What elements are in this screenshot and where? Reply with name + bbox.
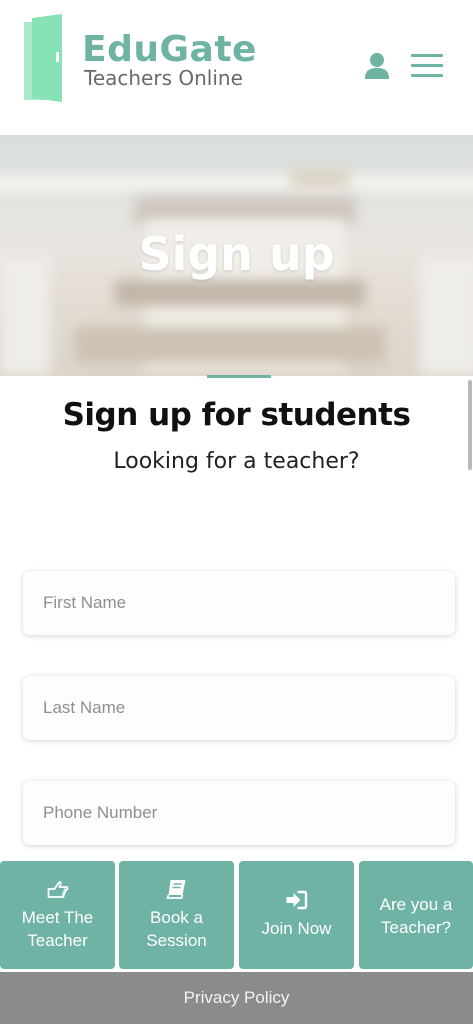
- are-you-a-teacher-label: Are you a Teacher?: [379, 895, 453, 937]
- phone-number-input[interactable]: [23, 781, 455, 845]
- hero-banner: Sign up: [0, 135, 473, 376]
- book-a-session-label: Book a Session: [146, 908, 207, 950]
- meet-the-teacher-button[interactable]: Meet The Teacher: [0, 861, 115, 969]
- door-icon: [24, 14, 62, 102]
- meet-the-teacher-label: Meet The Teacher: [21, 908, 94, 950]
- last-name-input[interactable]: [23, 676, 455, 740]
- first-name-input[interactable]: [23, 571, 455, 635]
- bottom-nav: Meet The Teacher Book a Session Join Now…: [0, 860, 473, 972]
- logo-subtitle: Teachers Online: [84, 66, 243, 90]
- join-now-label: Join Now: [261, 919, 332, 938]
- privacy-policy-link[interactable]: Privacy Policy: [184, 988, 290, 1008]
- are-you-a-teacher-button[interactable]: Are you a Teacher?: [359, 861, 473, 969]
- section-subtitle: Looking for a teacher?: [113, 449, 360, 474]
- section-title: Sign up for students: [62, 397, 411, 433]
- book-icon: [166, 880, 186, 899]
- site-header: EduGate Teachers Online: [0, 0, 473, 135]
- edugate-logo[interactable]: EduGate Teachers Online: [22, 14, 282, 104]
- scrollbar[interactable]: [468, 380, 472, 470]
- footer: Privacy Policy: [0, 972, 473, 1024]
- logo-title: EduGate: [82, 29, 257, 70]
- book-a-session-button[interactable]: Book a Session: [119, 861, 234, 969]
- hand-point-icon: [47, 881, 69, 898]
- sign-in-icon: [286, 890, 308, 910]
- user-icon[interactable]: [364, 52, 390, 80]
- accent-divider: [207, 375, 271, 378]
- hero-title: Sign up: [138, 227, 335, 281]
- hamburger-menu-icon[interactable]: [411, 52, 443, 78]
- join-now-button[interactable]: Join Now: [239, 861, 354, 969]
